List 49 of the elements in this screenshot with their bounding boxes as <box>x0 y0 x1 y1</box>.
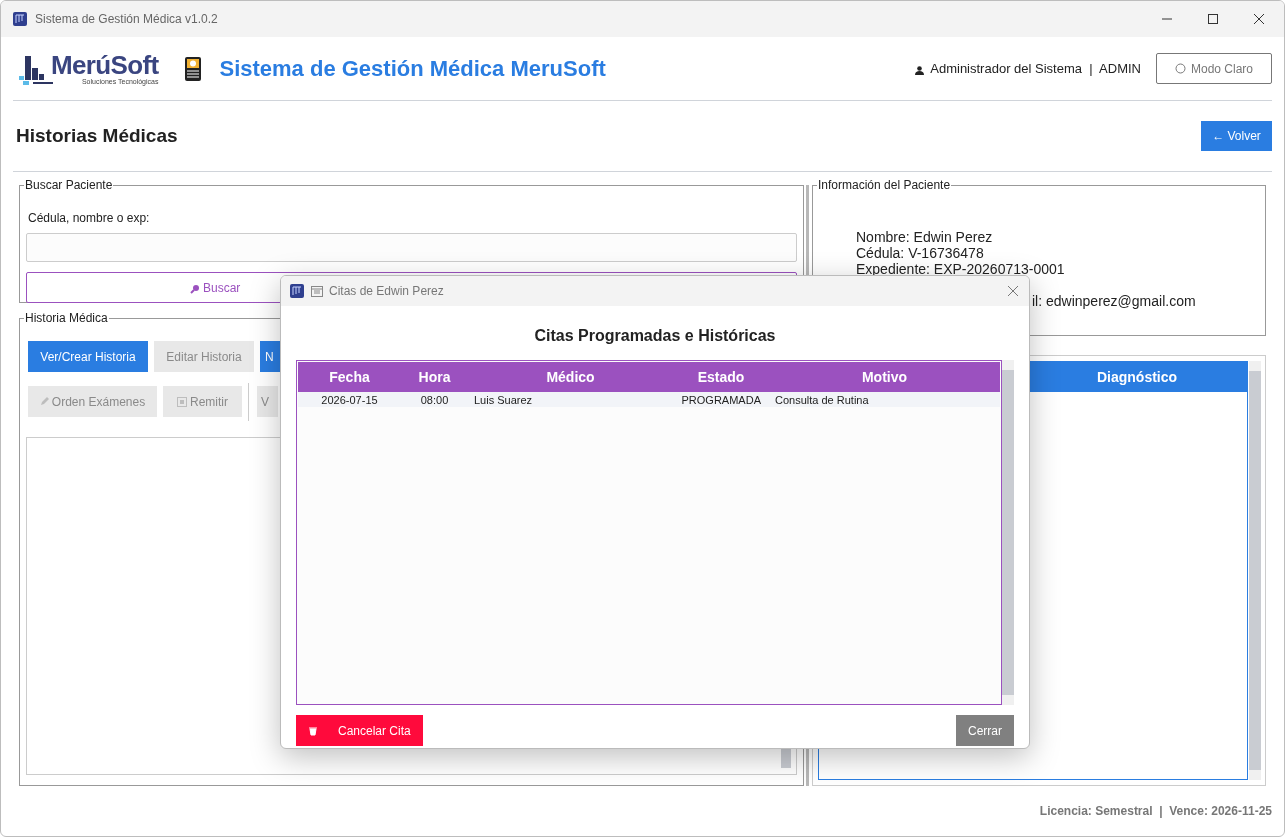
group-legend: Historia Médica <box>24 311 109 325</box>
document-icon <box>177 396 187 407</box>
table-cell-text: Consulta de Rutina <box>774 392 870 407</box>
trash-icon <box>308 725 318 736</box>
app-icon <box>290 284 304 298</box>
patient-info-line: Cédula: V-16736478 <box>856 245 985 261</box>
close-icon[interactable] <box>1253 13 1265 25</box>
table-header-cell-text: Motivo <box>860 367 909 387</box>
scrollbar[interactable] <box>1002 360 1014 705</box>
dialog-heading: Citas Programadas e Históricas <box>534 326 776 346</box>
user-label: Administrador del Sistema | ADMIN <box>930 59 1141 78</box>
table-cell-text: Luis Suarez <box>473 392 534 407</box>
logo-icon <box>19 55 53 86</box>
circle-icon <box>1175 63 1186 74</box>
license-footer: Licencia: Semestral | Vence: 2026-11-25 <box>1039 802 1272 820</box>
table-header-cell-text: Hora <box>417 367 452 387</box>
table-cell-text: PROGRAMADA <box>680 392 762 407</box>
window-title: Sistema de Gestión Médica v1.0.2 <box>35 11 218 28</box>
patient-info-line: il: edwinperez@gmail.com <box>1032 293 1197 309</box>
history-button[interactable]: N <box>260 341 281 372</box>
cancel-appointment-button[interactable]: Cancelar Cita <box>296 715 423 746</box>
page-title: Historias Médicas <box>16 123 178 148</box>
search-icon <box>190 284 200 294</box>
close-button[interactable]: Cerrar <box>956 715 1014 746</box>
group-legend: Buscar Paciente <box>24 178 114 192</box>
patient-info-line: Nombre: Edwin Perez <box>856 229 994 245</box>
maximize-icon[interactable] <box>1207 13 1219 25</box>
group-legend: Información del Paciente <box>817 178 952 192</box>
scrollbar[interactable] <box>1249 361 1261 780</box>
pencil-icon <box>39 397 49 406</box>
history-button[interactable]: Ver/Crear Historia <box>28 341 148 372</box>
app-icon <box>13 12 27 26</box>
dialog-title: Citas de Edwin Perez <box>329 283 444 300</box>
patient-info-line: Expediente: EXP-20260713-0001 <box>856 261 1066 277</box>
search-field[interactable] <box>26 233 797 262</box>
search-label: Cédula, nombre o exp: <box>28 210 151 227</box>
user-icon <box>915 66 925 75</box>
calendar-icon <box>311 285 323 297</box>
back-button[interactable]: ← Volver <box>1201 121 1272 151</box>
table-header-cell-text: Estado <box>696 367 746 387</box>
table-cell-text: 2026-07-15 <box>320 392 379 407</box>
app-heading: Sistema de Gestión Médica MeruSoft <box>219 55 606 83</box>
theme-button[interactable]: Modo Claro <box>1156 53 1272 84</box>
table-cell-text: 08:00 <box>419 392 450 407</box>
logo-text: MerúSoft <box>51 51 159 78</box>
table-header-cell-text: Médico <box>545 367 596 387</box>
medical-file-icon <box>184 55 203 82</box>
table-header-cell-text: Fecha <box>328 367 371 387</box>
table-header-cell-text: Diagnóstico <box>1095 367 1179 387</box>
